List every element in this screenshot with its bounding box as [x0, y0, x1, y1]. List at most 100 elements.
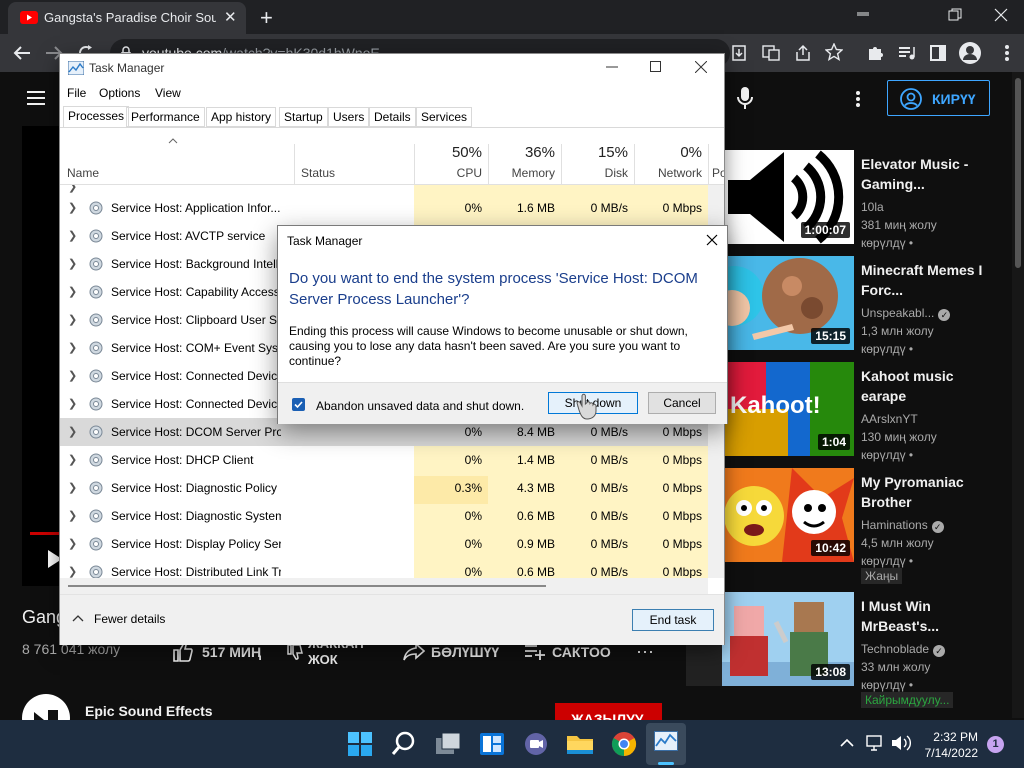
notification-badge[interactable]: 1	[987, 736, 1004, 753]
sort-chevron-icon[interactable]	[168, 138, 178, 144]
column-header-network[interactable]: Network	[634, 166, 702, 180]
collapse-chevron-icon[interactable]	[72, 614, 84, 622]
browser-minimize-button[interactable]	[856, 8, 870, 22]
new-tab-button[interactable]: +	[260, 5, 273, 31]
video-thumbnail[interactable]: 10:42	[722, 468, 854, 562]
column-header-status[interactable]: Status	[301, 166, 335, 180]
tab-users[interactable]: Users	[328, 107, 370, 127]
widgets-icon[interactable]	[476, 728, 508, 760]
recommendation-channel[interactable]: 10la	[861, 200, 884, 214]
table-row[interactable]: ❯ Service Host: Diagnostic Policy ... 0.…	[60, 474, 708, 502]
fewer-details-link[interactable]: Fewer details	[94, 612, 165, 626]
dialog-close-icon[interactable]	[706, 234, 718, 246]
side-panel-icon[interactable]	[930, 45, 946, 61]
expand-chevron-icon[interactable]: ❯	[68, 453, 77, 466]
expand-chevron-icon[interactable]: ❯	[68, 285, 77, 298]
tab-performance[interactable]: Performance	[126, 107, 205, 127]
menu-view[interactable]: View	[155, 86, 181, 100]
table-row[interactable]: ❯ Service Host: Application Infor... 0% …	[60, 194, 708, 222]
expand-chevron-icon[interactable]: ❯	[68, 537, 77, 550]
extensions-puzzle-icon[interactable]	[866, 44, 884, 62]
youtube-settings-menu-icon[interactable]	[855, 90, 861, 108]
video-thumbnail[interactable]: Kahoot! 1:04	[722, 362, 854, 456]
bookmark-star-icon[interactable]	[825, 43, 843, 61]
channel-name[interactable]: Epic Sound Effects	[85, 703, 213, 719]
expand-chevron-icon[interactable]: ❯	[68, 425, 77, 438]
expand-chevron-icon[interactable]: ❯	[68, 397, 77, 410]
tab-startup[interactable]: Startup	[279, 107, 328, 127]
tm-minimize-button[interactable]	[606, 66, 618, 68]
translate-icon[interactable]	[762, 44, 780, 62]
back-arrow-icon[interactable]	[12, 44, 32, 62]
taskbar-time[interactable]: 2:32 PM	[912, 730, 978, 744]
expand-chevron-icon[interactable]: ❯	[68, 185, 77, 193]
table-row[interactable]: ❯ Service Host: DHCP Client 0% 1.4 MB 0 …	[60, 446, 708, 474]
recommendation-title[interactable]: I Must Win MrBeast's...	[861, 596, 1001, 636]
recommendation-title[interactable]: Elevator Music - Gaming...	[861, 154, 1001, 194]
column-header-memory[interactable]: Memory	[488, 166, 555, 180]
checkbox-label[interactable]: Abandon unsaved data and shut down.	[316, 399, 524, 413]
column-header-disk[interactable]: Disk	[561, 166, 628, 180]
download-icon[interactable]	[730, 44, 748, 62]
disk-usage-total[interactable]: 15%	[561, 144, 628, 161]
network-usage-total[interactable]: 0%	[634, 144, 702, 161]
chrome-menu-icon[interactable]	[1004, 44, 1010, 62]
table-row[interactable]: ❯ Service Host: Display Policy Serv... 0…	[60, 530, 708, 558]
cpu-usage-total[interactable]: 50%	[414, 144, 482, 161]
table-row[interactable]: ❯ Service Host: Diagnostic System... 0% …	[60, 502, 708, 530]
tm-maximize-button[interactable]	[650, 61, 662, 73]
expand-chevron-icon[interactable]: ❯	[68, 229, 77, 242]
task-view-icon[interactable]	[432, 728, 464, 760]
network-display-icon[interactable]	[866, 735, 884, 751]
expand-chevron-icon[interactable]: ❯	[68, 201, 77, 214]
recommendation-title[interactable]: Minecraft Memes I Forc...	[861, 260, 1001, 300]
volume-icon[interactable]	[891, 735, 911, 751]
memory-usage-total[interactable]: 36%	[488, 144, 555, 161]
recommendation-channel[interactable]: Technoblade ✓	[861, 642, 946, 657]
profile-avatar-icon[interactable]	[958, 41, 982, 65]
tab-app-history[interactable]: App history	[206, 107, 277, 127]
hamburger-menu-icon[interactable]	[27, 90, 47, 106]
voice-search-mic-icon[interactable]	[737, 86, 753, 110]
video-thumbnail[interactable]: 13:08	[722, 592, 854, 686]
expand-chevron-icon[interactable]: ❯	[68, 481, 77, 494]
tab-close-icon[interactable]: ✕	[224, 8, 237, 26]
cancel-button[interactable]: Cancel	[648, 392, 716, 414]
abandon-data-checkbox[interactable]	[292, 398, 305, 411]
browser-close-button[interactable]	[994, 8, 1008, 22]
table-row[interactable]: ❯ Service Host: Distributed Link Tr... 0…	[60, 558, 708, 578]
signin-button[interactable]: КИРҮҮ	[887, 80, 990, 116]
start-windows-icon[interactable]	[344, 728, 376, 760]
recommendation-title[interactable]: My Pyromaniac Brother	[861, 472, 1001, 512]
chrome-app-icon[interactable]	[608, 728, 640, 760]
recommendation-channel[interactable]: AArslxnYT	[861, 412, 918, 426]
file-explorer-icon[interactable]	[564, 728, 596, 760]
column-header-cpu[interactable]: CPU	[414, 166, 482, 180]
column-header-name[interactable]: Name	[67, 166, 99, 180]
end-task-button[interactable]: End task	[632, 609, 714, 631]
expand-chevron-icon[interactable]: ❯	[68, 565, 77, 578]
browser-restore-button[interactable]	[948, 8, 962, 22]
expand-chevron-icon[interactable]: ❯	[68, 509, 77, 522]
video-thumbnail[interactable]: 15:15	[722, 256, 854, 350]
expand-chevron-icon[interactable]: ❯	[68, 341, 77, 354]
expand-chevron-icon[interactable]: ❯	[68, 313, 77, 326]
menu-options[interactable]: Options	[99, 86, 140, 100]
expand-chevron-icon[interactable]: ❯	[68, 369, 77, 382]
recommendation-channel[interactable]: Haminations ✓	[861, 518, 944, 533]
subscribe-button[interactable]: ЖАЗЫЛУУ	[555, 703, 662, 721]
video-thumbnail[interactable]: 1:00:07	[722, 150, 854, 244]
taskbar-date[interactable]: 7/14/2022	[912, 746, 978, 760]
tm-close-button[interactable]	[695, 61, 707, 73]
recommendation-title[interactable]: Kahoot music earape	[861, 366, 1001, 406]
teams-chat-icon[interactable]	[520, 728, 552, 760]
tab-details[interactable]: Details	[369, 107, 416, 127]
tab-services[interactable]: Services	[416, 107, 473, 127]
menu-file[interactable]: File	[67, 86, 86, 100]
horizontal-scrollbar[interactable]	[60, 578, 708, 594]
expand-chevron-icon[interactable]: ❯	[68, 257, 77, 270]
task-manager-taskbar-button[interactable]	[646, 723, 686, 765]
media-queue-icon[interactable]	[898, 45, 916, 61]
recommendation-channel[interactable]: Unspeakabl... ✓	[861, 306, 951, 321]
column-header-power-partial[interactable]: Po	[712, 166, 724, 180]
